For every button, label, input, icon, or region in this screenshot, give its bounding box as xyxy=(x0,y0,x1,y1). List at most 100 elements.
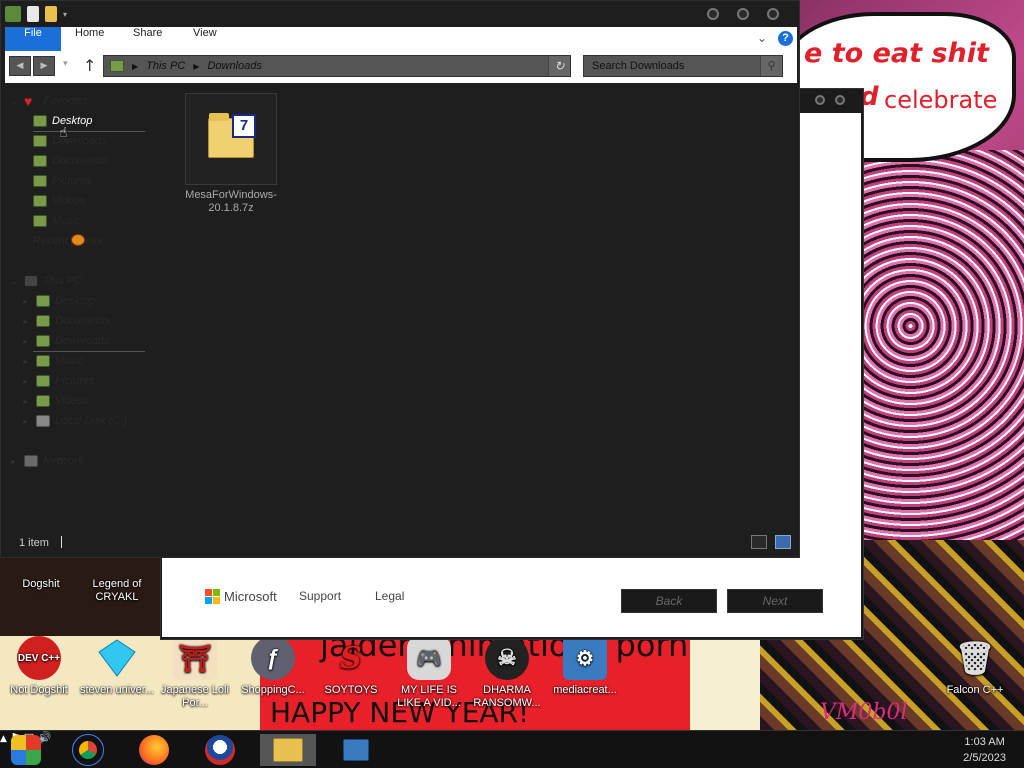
nav-fav-videos[interactable]: Videos xyxy=(33,191,85,211)
details-view-icon[interactable] xyxy=(751,535,767,549)
new-folder-icon[interactable] xyxy=(45,6,57,22)
properties-icon[interactable] xyxy=(27,6,39,22)
nav-pc-pictures[interactable]: ▸ Pictures xyxy=(23,371,95,391)
desktop-icon-devcpp[interactable]: DEV C++ Not Dogshit xyxy=(0,636,78,697)
collapse-arrow-icon[interactable]: ⌄ xyxy=(11,277,19,286)
desktop-icon-japanese[interactable]: ⛩ Japanese Loli Por... xyxy=(156,636,234,710)
desktop-icon-dogshit[interactable]: Dogshit xyxy=(2,578,80,591)
desktop-icon-shopping[interactable]: ƒ ShoppingC... xyxy=(234,636,312,697)
expand-arrow-icon[interactable]: ▸ xyxy=(23,397,31,406)
nav-pc-documents[interactable]: ▸ Documents xyxy=(23,311,111,331)
back-button[interactable]: Back xyxy=(621,589,717,613)
flash-icon: ƒ xyxy=(251,636,295,680)
desktop-icon-mediacreation[interactable]: ⚙ mediacreat... xyxy=(546,636,624,697)
devcpp-icon: DEV C++ xyxy=(17,636,61,680)
windows-orb-icon xyxy=(11,735,41,765)
system-clock[interactable]: 1:03 AM 2/5/2023 xyxy=(963,734,1006,766)
desktop-icon-dharma[interactable]: ☠ DHARMA RANSOMW... xyxy=(468,636,546,710)
desktop-icon-cryakl[interactable]: Legend of CRYAKL xyxy=(78,578,156,604)
up-arrow-icon[interactable]: ↑ xyxy=(83,56,96,75)
nav-fav-pictures[interactable]: Pictures xyxy=(33,171,92,191)
desktop-icon-soytoys[interactable]: S SOYTOYS xyxy=(312,636,390,697)
setup-icon: ⚙ xyxy=(563,636,607,680)
nav-favorites[interactable]: ⌄ ♥ Favorites xyxy=(11,91,88,111)
address-bar[interactable]: ▶ This PC ▶ Downloads ↻ xyxy=(103,55,571,77)
start-button[interactable] xyxy=(4,734,48,766)
nav-pc-videos[interactable]: ▸ Videos xyxy=(23,391,88,411)
back-nav-button[interactable]: ◀ xyxy=(9,56,31,76)
expand-arrow-icon[interactable]: ▸ xyxy=(23,297,31,306)
collapse-arrow-icon[interactable]: ⌄ xyxy=(11,97,19,106)
downloads-folder-icon xyxy=(110,60,124,72)
nav-label: Pictures xyxy=(52,175,92,187)
hard-disk-icon xyxy=(36,415,50,427)
nav-fav-recent[interactable]: Recent places xyxy=(33,231,103,251)
microsoft-logo-icon xyxy=(205,589,220,604)
expand-arrow-icon[interactable]: ▸ xyxy=(23,417,31,426)
expand-arrow-icon[interactable]: ▸ xyxy=(11,457,19,466)
nav-this-pc[interactable]: ⌄ This PC xyxy=(11,271,82,291)
taskbar-file-explorer[interactable] xyxy=(260,734,316,766)
expand-arrow-icon[interactable]: ▸ xyxy=(23,337,31,346)
taskbar-firefox[interactable] xyxy=(132,734,176,766)
support-link[interactable]: Support xyxy=(299,589,341,603)
forward-nav-button[interactable]: ▶ xyxy=(33,56,55,76)
desktop-icon-label: mediacreat... xyxy=(553,684,617,696)
refresh-icon[interactable]: ↻ xyxy=(548,56,570,76)
desktop-icon-recycle[interactable]: 🗑 Falcon C++ xyxy=(936,636,1014,697)
nav-pc-local-disk[interactable]: ▸ Local Disk (C:) xyxy=(23,411,127,431)
clock-time: 1:03 AM xyxy=(964,736,1005,748)
navigation-bar: ◀ ▶ ▾ ↑ ▶ This PC ▶ Downloads ↻ Search D… xyxy=(5,51,797,83)
nav-label: Pictures xyxy=(55,375,95,387)
minimize-button[interactable] xyxy=(707,8,719,20)
tab-view[interactable]: View xyxy=(187,27,223,51)
desktop-icon-label: DHARMA RANSOMW... xyxy=(473,684,541,709)
expand-arrow-icon[interactable]: ▸ xyxy=(23,377,31,386)
file-list: 7 MesaForWindows-20.1.8.7z xyxy=(161,87,797,527)
file-item[interactable]: 7 MesaForWindows-20.1.8.7z xyxy=(185,93,277,214)
taskbar-obama[interactable] xyxy=(198,734,242,766)
tab-share[interactable]: Share xyxy=(127,27,168,51)
nav-fav-documents[interactable]: Documents xyxy=(33,151,108,171)
documents-icon xyxy=(36,315,50,327)
chevron-down-icon[interactable]: ▾ xyxy=(63,10,67,19)
file-explorer-window: ▾ File Home Share View ⌄ ? ◀ ▶ ▾ ↑ ▶ Thi… xyxy=(0,0,800,558)
maximize-button[interactable] xyxy=(737,8,749,20)
desktop-icon-steven[interactable]: steven univer... xyxy=(78,636,156,697)
expand-arrow-icon[interactable]: ▸ xyxy=(23,317,31,326)
installer-minimize-button[interactable] xyxy=(815,95,825,105)
search-icon[interactable]: ⚲ xyxy=(760,56,782,76)
large-icons-view-icon[interactable] xyxy=(775,535,791,549)
tab-home[interactable]: Home xyxy=(69,27,110,51)
breadcrumb-downloads[interactable]: Downloads xyxy=(207,60,261,72)
nav-network[interactable]: ▸ Network xyxy=(11,451,83,471)
expand-arrow-icon[interactable]: ▸ xyxy=(23,357,31,366)
nav-fav-music[interactable]: Music xyxy=(33,211,81,231)
next-button[interactable]: Next xyxy=(727,589,823,613)
legal-link[interactable]: Legal xyxy=(375,589,404,603)
microsoft-logo-text: Microsoft xyxy=(224,589,277,604)
recent-locations-icon[interactable]: ▾ xyxy=(63,59,68,69)
tab-file[interactable]: File xyxy=(5,27,61,51)
videos-icon xyxy=(36,395,50,407)
nav-pc-downloads[interactable]: ▸ Downloads xyxy=(23,331,109,351)
taskbar: ▲ ⚑ ▤ 🔊 1:03 AM 2/5/2023 xyxy=(0,730,1024,768)
nav-label: Downloads xyxy=(55,335,110,347)
nav-pc-desktop[interactable]: ▸ Desktop xyxy=(23,291,95,311)
nav-fav-downloads[interactable]: Downloads xyxy=(33,131,106,151)
installer-close-button[interactable] xyxy=(835,95,845,105)
desktop-icon-mylife[interactable]: 🎮 MY LIFE IS LIKE A VID... xyxy=(390,636,468,710)
taskbar-installer[interactable] xyxy=(334,734,378,766)
taskbar-chrome[interactable] xyxy=(66,734,110,766)
nav-pc-music[interactable]: ▸ Music xyxy=(23,351,84,371)
nav-label: Favorites xyxy=(43,95,89,107)
desktop-icon-label: Dogshit xyxy=(22,578,60,590)
window-controls xyxy=(707,8,779,20)
folder-app-icon[interactable] xyxy=(5,6,21,22)
breadcrumb-this-pc[interactable]: This PC xyxy=(146,60,185,72)
firefox-icon xyxy=(139,735,169,765)
close-button[interactable] xyxy=(767,8,779,20)
help-icon[interactable]: ? xyxy=(778,31,793,46)
expand-ribbon-icon[interactable]: ⌄ xyxy=(757,31,767,45)
search-input[interactable]: Search Downloads ⚲ xyxy=(583,55,783,77)
